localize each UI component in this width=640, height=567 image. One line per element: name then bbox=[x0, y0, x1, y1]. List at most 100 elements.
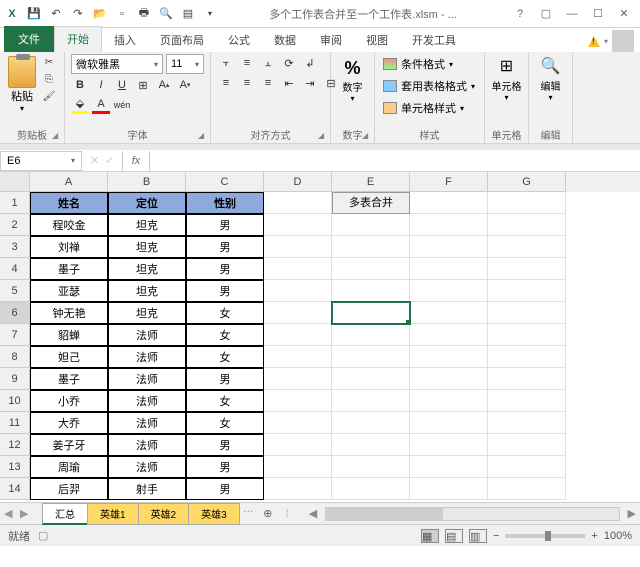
chevron-down-icon[interactable]: ▾ bbox=[504, 93, 508, 102]
phonetic-button[interactable]: wén bbox=[113, 96, 131, 114]
props-icon[interactable]: ▤ bbox=[180, 6, 196, 22]
cell-D12[interactable] bbox=[264, 434, 332, 456]
redo-icon[interactable]: ↷ bbox=[70, 6, 86, 22]
cell-A12[interactable]: 姜子牙 bbox=[30, 434, 108, 456]
open-icon[interactable]: 📂 bbox=[92, 6, 108, 22]
shrink-font-button[interactable]: A▾ bbox=[176, 76, 194, 94]
cell-F14[interactable] bbox=[410, 478, 488, 500]
cell-A13[interactable]: 周瑜 bbox=[30, 456, 108, 478]
number-format-button[interactable]: % 数字 ▾ bbox=[337, 54, 368, 107]
ribbon-options-icon[interactable]: ▢ bbox=[534, 4, 558, 24]
cell-F6[interactable] bbox=[410, 302, 488, 324]
cell-E2[interactable] bbox=[332, 214, 410, 236]
row-header-3[interactable]: 3 bbox=[0, 236, 30, 258]
row-header-4[interactable]: 4 bbox=[0, 258, 30, 280]
cell-A1[interactable]: 姓名 bbox=[30, 192, 108, 214]
cell-B4[interactable]: 坦克 bbox=[108, 258, 186, 280]
cell-C1[interactable]: 性别 bbox=[186, 192, 264, 214]
cell-E5[interactable] bbox=[332, 280, 410, 302]
merge-sheets-button[interactable]: 多表合并 bbox=[332, 192, 410, 214]
cell-C12[interactable]: 男 bbox=[186, 434, 264, 456]
cell-G2[interactable] bbox=[488, 214, 566, 236]
cell-B7[interactable]: 法师 bbox=[108, 324, 186, 346]
cell-C8[interactable]: 女 bbox=[186, 346, 264, 368]
cell-G6[interactable] bbox=[488, 302, 566, 324]
user-avatar[interactable] bbox=[612, 30, 634, 52]
cell-G11[interactable] bbox=[488, 412, 566, 434]
preview-icon[interactable]: 🔍 bbox=[158, 6, 174, 22]
cell-B5[interactable]: 坦克 bbox=[108, 280, 186, 302]
fill-color-button[interactable]: ⬙ bbox=[71, 96, 89, 114]
cell-C7[interactable]: 女 bbox=[186, 324, 264, 346]
maximize-icon[interactable]: ☐ bbox=[586, 4, 610, 24]
zoom-in-button[interactable]: + bbox=[591, 530, 597, 542]
cell-B12[interactable]: 法师 bbox=[108, 434, 186, 456]
cell-F11[interactable] bbox=[410, 412, 488, 434]
cell-C14[interactable]: 男 bbox=[186, 478, 264, 500]
cell-A3[interactable]: 刘禅 bbox=[30, 236, 108, 258]
cells-icon[interactable]: ⊞ bbox=[495, 54, 519, 78]
font-launcher-icon[interactable]: ◢ bbox=[198, 131, 208, 141]
increase-indent-button[interactable]: ⇥ bbox=[301, 74, 319, 92]
cell-D14[interactable] bbox=[264, 478, 332, 500]
horizontal-scrollbar[interactable] bbox=[325, 507, 619, 521]
format-painter-icon[interactable]: 🖌 bbox=[40, 88, 58, 104]
cell-C4[interactable]: 男 bbox=[186, 258, 264, 280]
font-name-combo[interactable]: 微软雅黑▾ bbox=[71, 54, 163, 74]
cell-D1[interactable] bbox=[264, 192, 332, 214]
sheet-nav-prev-icon[interactable]: ◀ bbox=[4, 507, 18, 521]
row-header-1[interactable]: 1 bbox=[0, 192, 30, 214]
grow-font-button[interactable]: A▴ bbox=[155, 76, 173, 94]
font-color-button[interactable]: A bbox=[92, 96, 110, 114]
undo-icon[interactable]: ↶ bbox=[48, 6, 64, 22]
border-button[interactable]: ⊞ bbox=[134, 76, 152, 94]
cell-A2[interactable]: 程咬金 bbox=[30, 214, 108, 236]
cell-B3[interactable]: 坦克 bbox=[108, 236, 186, 258]
cell-G8[interactable] bbox=[488, 346, 566, 368]
cell-F8[interactable] bbox=[410, 346, 488, 368]
row-header-11[interactable]: 11 bbox=[0, 412, 30, 434]
tab-home[interactable]: 开始 bbox=[54, 26, 102, 52]
wrap-text-button[interactable]: ↲ bbox=[301, 54, 319, 72]
cell-A4[interactable]: 墨子 bbox=[30, 258, 108, 280]
cell-C11[interactable]: 女 bbox=[186, 412, 264, 434]
align-middle-button[interactable]: ≡ bbox=[238, 54, 256, 72]
qat-more-icon[interactable]: ▾ bbox=[202, 6, 218, 22]
row-header-9[interactable]: 9 bbox=[0, 368, 30, 390]
row-header-5[interactable]: 5 bbox=[0, 280, 30, 302]
italic-button[interactable]: I bbox=[92, 76, 110, 94]
zoom-out-button[interactable]: − bbox=[493, 530, 499, 542]
cell-F7[interactable] bbox=[410, 324, 488, 346]
cell-D7[interactable] bbox=[264, 324, 332, 346]
cell-E9[interactable] bbox=[332, 368, 410, 390]
cell-G14[interactable] bbox=[488, 478, 566, 500]
tab-view[interactable]: 视图 bbox=[354, 28, 400, 52]
cell-A11[interactable]: 大乔 bbox=[30, 412, 108, 434]
cell-G13[interactable] bbox=[488, 456, 566, 478]
cell-G12[interactable] bbox=[488, 434, 566, 456]
cell-C3[interactable]: 男 bbox=[186, 236, 264, 258]
align-center-button[interactable]: ≡ bbox=[238, 74, 256, 92]
cell-B9[interactable]: 法师 bbox=[108, 368, 186, 390]
align-bottom-button[interactable]: ⫠ bbox=[259, 54, 277, 72]
cell-E7[interactable] bbox=[332, 324, 410, 346]
format-as-table-button[interactable]: 套用表格格式▾ bbox=[381, 76, 477, 96]
tab-layout[interactable]: 页面布局 bbox=[148, 28, 216, 52]
row-header-14[interactable]: 14 bbox=[0, 478, 30, 500]
cell-E13[interactable] bbox=[332, 456, 410, 478]
cell-C2[interactable]: 男 bbox=[186, 214, 264, 236]
cell-A8[interactable]: 妲己 bbox=[30, 346, 108, 368]
sheet-tab-1[interactable]: 英雄1 bbox=[87, 503, 139, 525]
cell-A7[interactable]: 貂蝉 bbox=[30, 324, 108, 346]
cell-F4[interactable] bbox=[410, 258, 488, 280]
help-icon[interactable]: ? bbox=[508, 4, 532, 24]
cell-D5[interactable] bbox=[264, 280, 332, 302]
find-icon[interactable]: 🔍 bbox=[539, 54, 563, 78]
decrease-indent-button[interactable]: ⇤ bbox=[280, 74, 298, 92]
page-break-view-button[interactable]: ▥ bbox=[469, 529, 487, 543]
add-sheet-button[interactable]: ⊕ bbox=[258, 507, 278, 520]
select-all-corner[interactable] bbox=[0, 172, 30, 192]
row-header-10[interactable]: 10 bbox=[0, 390, 30, 412]
underline-button[interactable]: U bbox=[113, 76, 131, 94]
align-launcher-icon[interactable]: ◢ bbox=[318, 131, 328, 141]
